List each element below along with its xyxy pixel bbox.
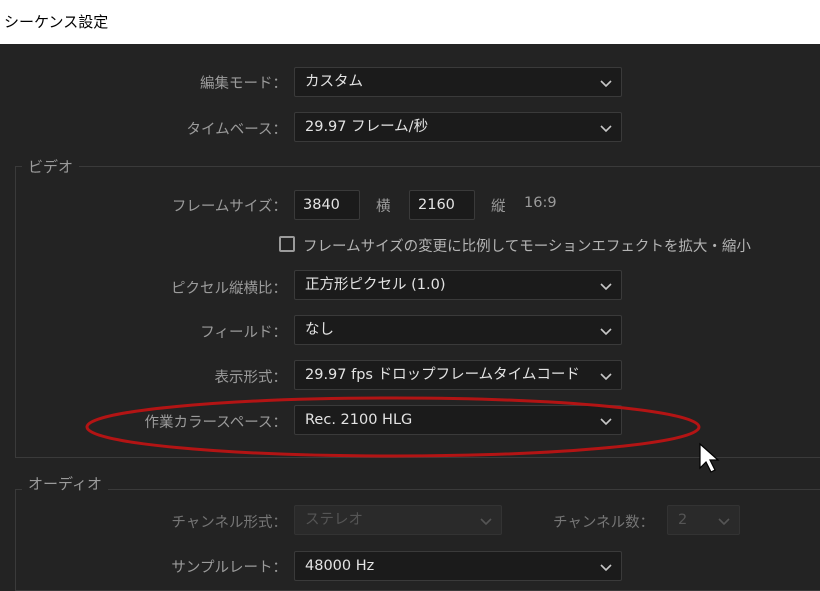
audio-group-title: オーディオ xyxy=(22,473,108,494)
frame-width-unit: 横 xyxy=(376,199,391,215)
editing-mode-label: 編集モード： xyxy=(200,76,287,92)
timebase-value: 29.97 フレーム/秒 xyxy=(305,119,429,135)
sequence-settings-panel: 編集モード： カスタム タイムベース： 29.97 フレーム/秒 ビデオ フレー… xyxy=(0,44,820,591)
channel-count-value: 2 xyxy=(678,512,688,528)
sample-rate-label: サンプルレート： xyxy=(171,560,287,576)
display-format-select[interactable]: 29.97 fps ドロップフレームタイムコード xyxy=(294,360,622,390)
sample-rate-select[interactable]: 48000 Hz xyxy=(294,551,622,581)
window-title: シーケンス設定 xyxy=(0,0,820,44)
sample-rate-value: 48000 Hz xyxy=(305,558,375,574)
working-color-space-label: 作業カラースペース： xyxy=(144,415,287,431)
scale-motion-checkbox[interactable] xyxy=(279,236,295,252)
fields-select[interactable]: なし xyxy=(294,315,622,345)
channel-format-value: ステレオ xyxy=(305,512,363,528)
chevron-down-icon xyxy=(600,80,612,88)
frame-width-input[interactable]: 3840 xyxy=(294,190,360,220)
chevron-down-icon xyxy=(600,328,612,336)
frame-height-input[interactable]: 2160 xyxy=(409,190,475,220)
fields-label: フィールド： xyxy=(200,325,287,341)
pixel-aspect-select[interactable]: 正方形ピクセル (1.0) xyxy=(294,270,622,300)
pixel-aspect-value: 正方形ピクセル (1.0) xyxy=(305,277,446,293)
working-color-space-value: Rec. 2100 HLG xyxy=(305,412,413,428)
channel-format-select[interactable]: ステレオ xyxy=(294,505,502,535)
editing-mode-select[interactable]: カスタム xyxy=(294,67,622,97)
fields-value: なし xyxy=(305,322,334,338)
timebase-label: タイムベース： xyxy=(186,122,287,138)
timebase-select[interactable]: 29.97 フレーム/秒 xyxy=(294,112,622,142)
channel-count-select[interactable]: 2 xyxy=(667,505,740,535)
chevron-down-icon xyxy=(480,518,492,526)
channel-count-label: チャンネル数： xyxy=(553,515,655,531)
display-format-label: 表示形式： xyxy=(214,370,288,386)
pixel-aspect-label: ピクセル縦横比： xyxy=(171,281,287,297)
chevron-down-icon xyxy=(600,418,612,426)
chevron-down-icon xyxy=(600,125,612,133)
scale-motion-label: フレームサイズの変更に比例してモーションエフェクトを拡大・縮小 xyxy=(303,239,751,255)
editing-mode-value: カスタム xyxy=(305,74,363,90)
chevron-down-icon xyxy=(600,283,612,291)
frame-size-label: フレームサイズ： xyxy=(171,199,287,215)
chevron-down-icon xyxy=(600,564,612,572)
chevron-down-icon xyxy=(718,518,730,526)
aspect-ratio-value: 16:9 xyxy=(524,195,557,211)
working-color-space-select[interactable]: Rec. 2100 HLG xyxy=(294,405,622,435)
channel-format-label: チャンネル形式： xyxy=(171,515,287,531)
video-group-title: ビデオ xyxy=(22,156,80,177)
chevron-down-icon xyxy=(600,373,612,381)
frame-height-unit: 縦 xyxy=(491,199,506,215)
display-format-value: 29.97 fps ドロップフレームタイムコード xyxy=(305,367,580,383)
